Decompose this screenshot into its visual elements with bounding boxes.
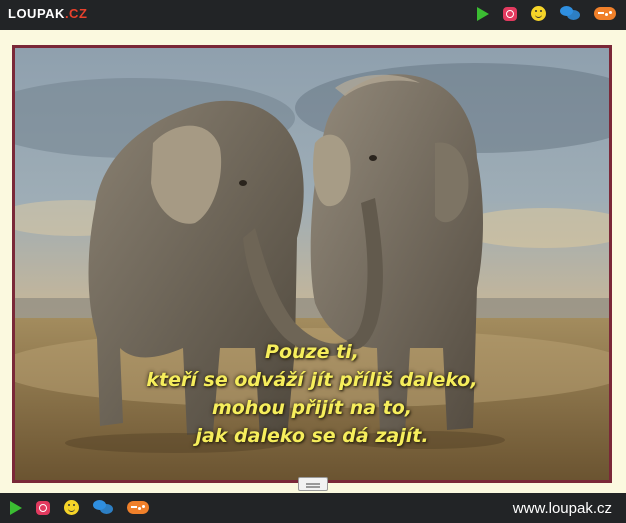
bottom-icon-group — [0, 500, 149, 515]
smiley-icon[interactable] — [531, 6, 546, 21]
bottom-bar: www.loupak.cz — [0, 493, 626, 523]
quote-line: Pouze ti, — [265, 341, 359, 363]
quote-line: kteří se odváží jít příliš daleko, — [146, 369, 478, 391]
image-frame: Pouze ti, kteří se odváží jít příliš dal… — [12, 45, 612, 483]
chat-icon[interactable] — [93, 500, 113, 515]
quote-line: jak daleko se dá zajít. — [195, 425, 429, 447]
drag-handle[interactable] — [298, 477, 328, 491]
smiley-icon[interactable] — [64, 500, 79, 515]
top-bar: LOUPAK.CZ — [0, 0, 626, 30]
quote-line: mohou přijít na to, — [211, 397, 413, 419]
site-url[interactable]: www.loupak.cz — [513, 500, 612, 517]
chat-icon[interactable] — [560, 6, 580, 21]
play-icon[interactable] — [477, 6, 489, 21]
play-icon[interactable] — [10, 500, 22, 515]
elephants-photo[interactable]: Pouze ti, kteří se odváží jít příliš dal… — [15, 48, 609, 480]
site-logo[interactable]: LOUPAK.CZ — [8, 6, 87, 21]
top-icon-group — [463, 6, 616, 21]
gamepad-icon[interactable] — [594, 7, 616, 20]
instagram-icon[interactable] — [503, 6, 517, 21]
quote-text: Pouze ti, kteří se odváží jít příliš dal… — [15, 338, 609, 450]
instagram-icon[interactable] — [36, 500, 50, 515]
logo-suffix: .CZ — [64, 6, 88, 21]
gamepad-icon[interactable] — [127, 501, 149, 514]
logo-main: LOUPAK — [8, 6, 65, 21]
